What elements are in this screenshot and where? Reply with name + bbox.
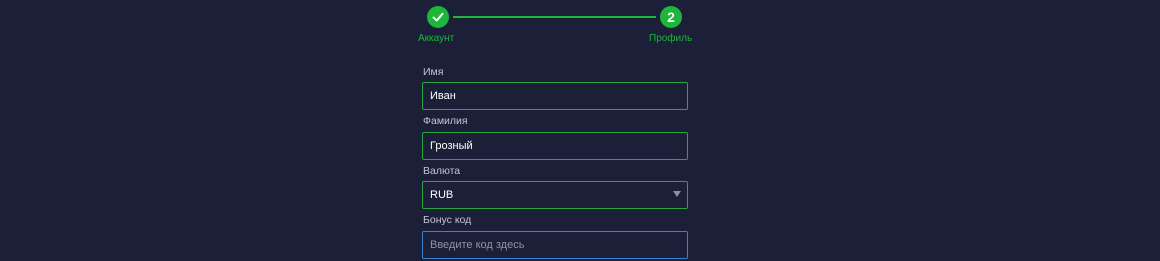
last-name-input[interactable] [423,133,687,159]
bonus-code-field [422,231,688,259]
currency-select[interactable]: RUB [422,181,688,209]
step-profile-circle: 2 [660,6,682,28]
first-name-field [422,82,688,110]
first-name-input[interactable] [423,83,687,109]
step-account-label: Аккаунт [418,33,455,44]
currency-selected-value: RUB [430,189,454,201]
bonus-code-label: Бонус код [423,214,472,226]
chevron-down-icon[interactable] [673,191,681,197]
last-name-field [422,132,688,160]
step-account-circle [427,6,449,28]
step-connector-line [453,16,656,18]
checkmark-icon [432,12,444,22]
registration-stepper: 2 Аккаунт Профиль [418,6,698,46]
last-name-label: Фамилия [423,115,468,127]
currency-label: Валюта [423,165,461,177]
registration-page: 2 Аккаунт Профиль Имя Фамилия Валюта RUB… [0,0,1160,261]
step-profile-label: Профиль [649,33,693,44]
step-profile-number: 2 [667,9,675,25]
bonus-code-input[interactable] [423,232,687,258]
first-name-label: Имя [423,66,444,78]
